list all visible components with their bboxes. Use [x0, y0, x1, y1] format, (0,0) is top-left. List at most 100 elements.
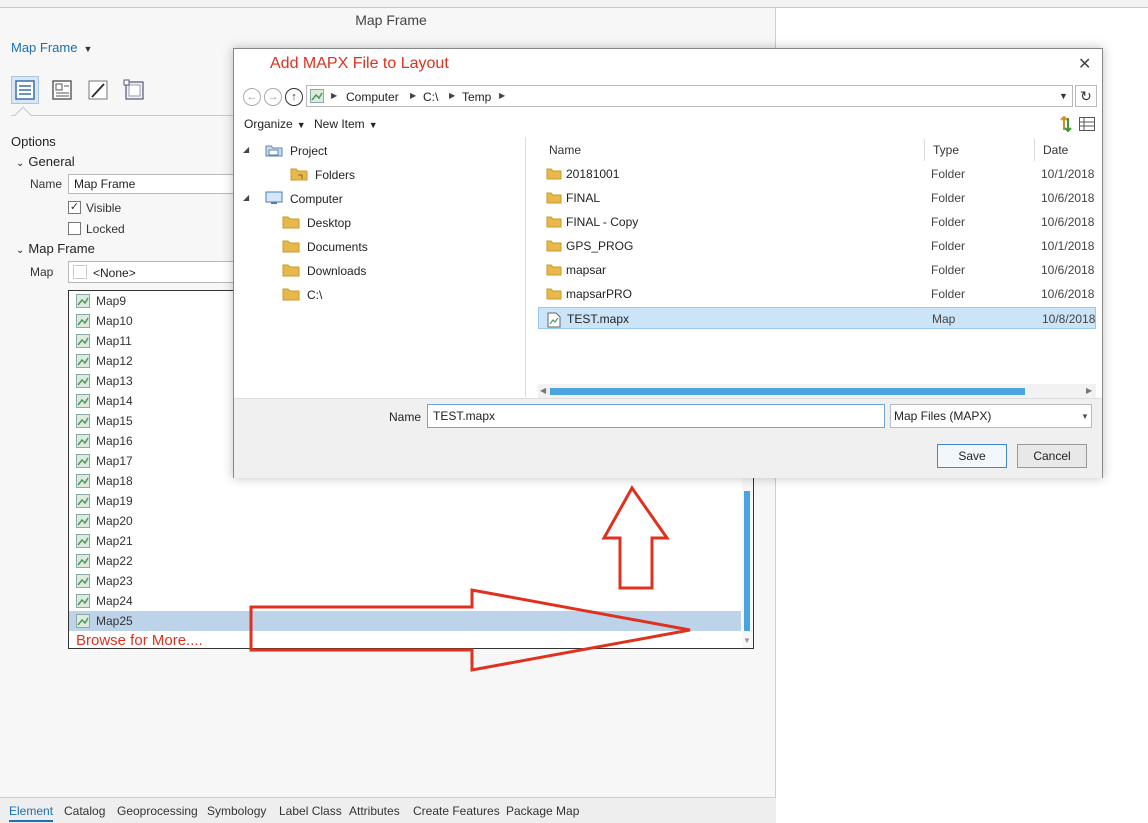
breadcrumb-separator-icon: ▶ — [449, 91, 456, 100]
cancel-button[interactable]: Cancel — [1017, 444, 1087, 468]
map-list-item[interactable]: Map23 — [69, 571, 741, 591]
folder-icon — [546, 288, 562, 300]
map-list-item[interactable]: Map24 — [69, 591, 741, 611]
map-list-item-label: Map9 — [96, 294, 127, 308]
tab-package-map[interactable]: Package Map — [506, 804, 579, 818]
general-section-toggle[interactable]: ⌄ General — [16, 154, 75, 169]
map-icon — [76, 494, 90, 508]
up-folder-button[interactable]: ↑ — [285, 88, 303, 106]
folder-icon — [546, 192, 562, 204]
forward-button[interactable]: → — [264, 88, 282, 106]
map-list-item-label: Map24 — [96, 594, 133, 608]
file-type-select[interactable]: Map Files (MAPX) ▼ — [890, 404, 1092, 428]
save-button[interactable]: Save — [937, 444, 1007, 468]
scroll-right-arrow-icon[interactable]: ▶ — [1086, 386, 1092, 395]
scroll-left-arrow-icon[interactable]: ◀ — [540, 386, 546, 395]
folder-icon — [546, 264, 562, 276]
map-list-item-label: Map11 — [96, 334, 132, 348]
display-tab-button[interactable] — [48, 76, 76, 104]
new-item-label: New Item — [314, 117, 365, 131]
map-select[interactable]: <None> — [68, 261, 238, 283]
organize-menu[interactable]: Organize ▼ — [244, 117, 306, 131]
breadcrumb-separator-icon: ▶ — [331, 91, 338, 100]
map-list-item-label: Map18 — [96, 474, 133, 488]
tab-symbology[interactable]: Symbology — [207, 804, 266, 818]
tab-label-class[interactable]: Label Class — [279, 804, 342, 818]
chevron-down-icon[interactable]: ▼ — [1059, 91, 1068, 101]
placement-tab-button[interactable] — [120, 76, 148, 104]
close-icon[interactable]: ✕ — [1078, 54, 1091, 74]
arrow-up-icon: ↑ — [291, 91, 297, 103]
file-row[interactable]: FINAL - Copy Folder 10/6/2018 — [538, 211, 1096, 233]
breadcrumb-temp[interactable]: Temp — [462, 90, 491, 104]
column-header-date[interactable]: Date — [1043, 143, 1068, 157]
map-list-item-selected[interactable]: Map25 — [69, 611, 741, 631]
folder-icon — [282, 264, 300, 277]
back-button[interactable]: ← — [243, 88, 261, 106]
chevron-down-icon: ⌄ — [16, 158, 25, 169]
scroll-down-arrow-icon[interactable]: ▼ — [743, 636, 751, 645]
tab-element[interactable]: Element — [9, 804, 54, 822]
file-type: Folder — [931, 263, 966, 277]
breadcrumb-c-drive[interactable]: C:\ — [423, 90, 438, 104]
column-divider[interactable] — [1034, 139, 1035, 161]
map-list-item[interactable]: Map22 — [69, 551, 741, 571]
file-name-input[interactable]: TEST.mapx — [427, 404, 885, 428]
file-row-selected[interactable]: TEST.mapx Map 10/8/2018 — [538, 307, 1096, 329]
refresh-icon: ↻ — [1080, 88, 1092, 104]
breadcrumb-separator-icon: ▶ — [410, 91, 417, 100]
expand-triangle-icon: ◢ — [243, 193, 250, 202]
breadcrumb-computer[interactable]: Computer — [346, 90, 399, 104]
locked-checkbox[interactable] — [68, 222, 81, 235]
map-list-item[interactable]: Map19 — [69, 491, 741, 511]
sort-icon[interactable] — [1060, 116, 1072, 132]
map-icon — [76, 414, 90, 428]
file-row[interactable]: FINAL Folder 10/6/2018 — [538, 187, 1096, 209]
tab-catalog[interactable]: Catalog — [64, 804, 105, 818]
map-list-item[interactable]: Map20 — [69, 511, 741, 531]
nav-item-label: Computer — [290, 192, 343, 206]
column-header-name[interactable]: Name — [549, 143, 581, 157]
new-item-menu[interactable]: New Item ▼ — [314, 117, 378, 131]
pencil-icon — [88, 80, 108, 100]
options-tab-button[interactable] — [11, 76, 39, 104]
map-list-item[interactable]: Map21 — [69, 531, 741, 551]
element-dropdown[interactable]: Map Frame ▼ — [11, 40, 92, 55]
file-name: FINAL — [566, 191, 601, 205]
scrollbar-thumb[interactable] — [550, 388, 1025, 395]
navigation-pane: ◢ Project Folders ◢ Computer Desktop Doc… — [240, 137, 526, 397]
tab-create-features[interactable]: Create Features — [413, 804, 500, 818]
symbology-tab-button[interactable] — [84, 76, 112, 104]
file-row[interactable]: GPS_PROG Folder 10/1/2018 — [538, 235, 1096, 257]
view-options-icon[interactable] — [1079, 117, 1095, 131]
tab-attributes[interactable]: Attributes — [349, 804, 400, 818]
file-name: TEST.mapx — [567, 312, 630, 326]
arrow-left-icon: ← — [246, 91, 258, 103]
visible-label: Visible — [86, 201, 122, 215]
file-row[interactable]: mapsarPRO Folder 10/6/2018 — [538, 283, 1096, 305]
frame-placement-icon — [123, 79, 144, 100]
file-list-horizontal-scrollbar[interactable]: ◀ ▶ — [538, 384, 1096, 398]
element-name-input[interactable]: Map Frame — [68, 174, 238, 194]
column-divider[interactable] — [924, 139, 925, 161]
folder-icon — [546, 240, 562, 252]
file-date: 10/1/2018 — [1041, 167, 1095, 181]
file-row[interactable]: mapsar Folder 10/6/2018 — [538, 259, 1096, 281]
map-list-item-label: Map15 — [96, 414, 133, 428]
nav-item-label: C:\ — [307, 288, 323, 302]
refresh-button[interactable]: ↻ — [1075, 85, 1097, 107]
file-name: 20181001 — [566, 167, 620, 181]
column-header-type[interactable]: Type — [933, 143, 959, 157]
display-options-icon — [52, 80, 72, 100]
file-row[interactable]: 20181001 Folder 10/1/2018 — [538, 163, 1096, 185]
map-frame-section-toggle[interactable]: ⌄ Map Frame — [16, 241, 95, 256]
visible-checkbox[interactable]: ✓ — [68, 201, 81, 214]
scrollbar-thumb[interactable] — [744, 491, 750, 631]
file-name: mapsarPRO — [566, 287, 633, 301]
map-icon — [76, 454, 90, 468]
folder-icon — [282, 288, 300, 301]
browse-for-more-link[interactable]: Browse for More.... — [76, 632, 203, 649]
tab-geoprocessing[interactable]: Geoprocessing — [117, 804, 198, 818]
pane-title: Map Frame — [355, 12, 427, 28]
address-bar[interactable]: ▶ Computer ▶ C:\ ▶ Temp ▶ ▼ — [306, 85, 1073, 107]
